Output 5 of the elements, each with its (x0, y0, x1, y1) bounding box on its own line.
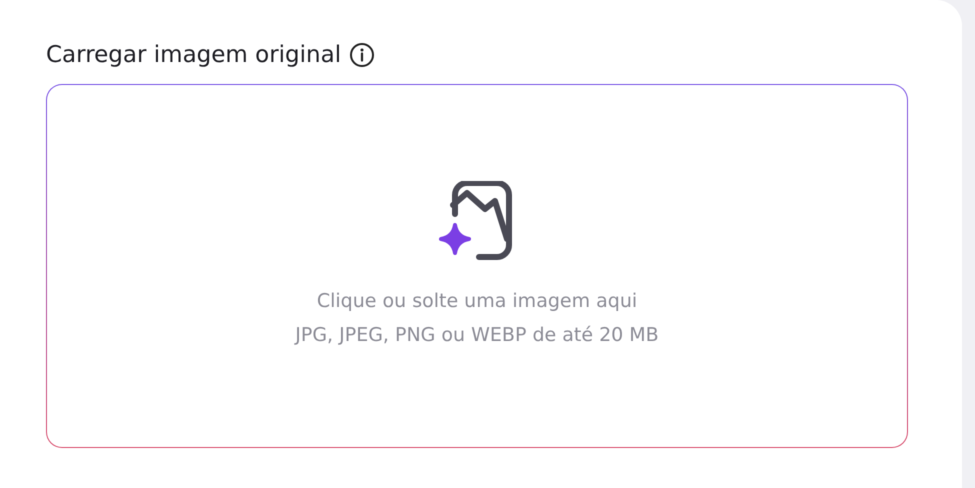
upload-dropzone[interactable]: Clique ou solte uma imagem aqui JPG, JPEG, PNG ou WEBP de até 20 MB (46, 84, 908, 448)
section-title: Carregar imagem original (46, 42, 342, 68)
info-icon[interactable] (349, 42, 376, 68)
file-format-hint: JPG, JPEG, PNG ou WEBP de até 20 MB (295, 323, 659, 348)
upload-prompt: Clique ou solte uma imagem aqui (316, 289, 638, 314)
